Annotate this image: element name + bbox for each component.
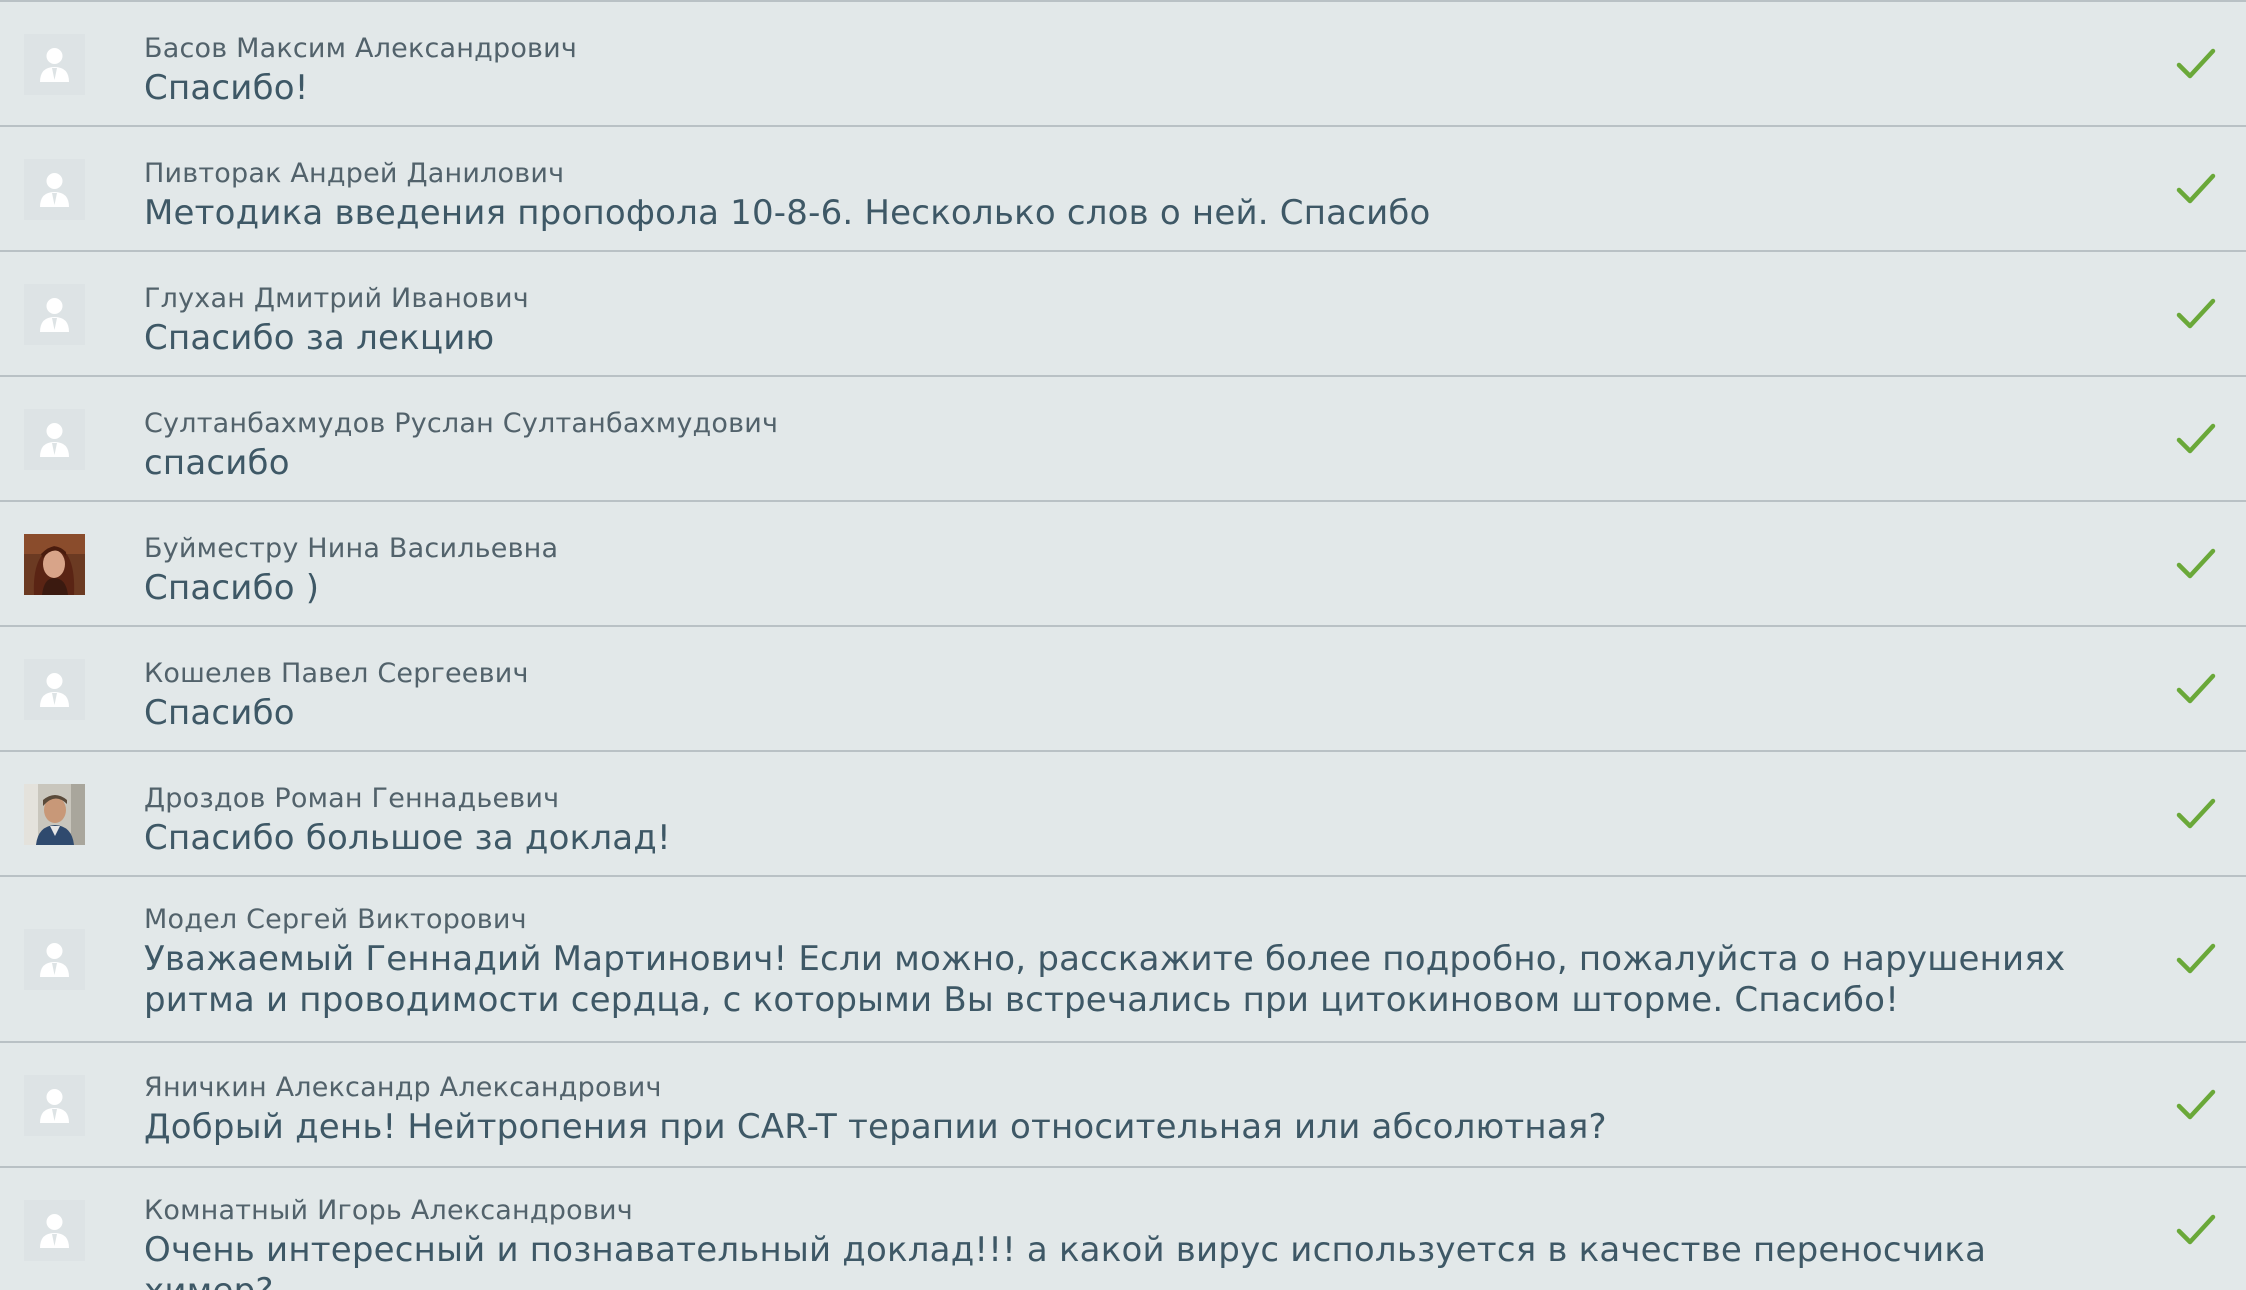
checkmark-icon[interactable] xyxy=(2176,547,2216,581)
question-author: Буйместру Нина Васильевна xyxy=(144,533,559,564)
question-message: Спасибо xyxy=(144,693,295,733)
question-text: Яничкин Александр Александрович Добрый д… xyxy=(144,1071,2096,1148)
checkmark-icon[interactable] xyxy=(2176,1088,2216,1122)
question-author: Султанбахмудов Руслан Султанбахмудович xyxy=(144,408,779,439)
question-text: Буйместру Нина Васильевна Спасибо ) xyxy=(144,532,2096,609)
checkmark-icon[interactable] xyxy=(2176,422,2216,456)
question-text: Комнатный Игорь Александрович Очень инте… xyxy=(144,1194,2096,1290)
question-message: Добрый день! Нейтропения при CAR-T терап… xyxy=(144,1107,1607,1147)
default-user-icon xyxy=(24,1200,85,1261)
question-author: Кошелев Павел Сергеевич xyxy=(144,658,529,689)
checkmark-icon[interactable] xyxy=(2176,47,2216,81)
question-row[interactable]: Султанбахмудов Руслан Султанбахмудович с… xyxy=(0,377,2246,502)
question-row[interactable]: Дроздов Роман Геннадьевич Спасибо большо… xyxy=(0,752,2246,877)
question-message: Очень интересный и познавательный доклад… xyxy=(144,1230,1987,1290)
default-user-icon xyxy=(24,929,85,990)
question-text: Пивторак Андрей Данилович Методика введе… xyxy=(144,157,2096,234)
question-row[interactable]: Комнатный Игорь Александрович Очень инте… xyxy=(0,1168,2246,1290)
user-photo xyxy=(24,784,85,845)
question-message: Спасибо за лекцию xyxy=(144,318,495,358)
default-user-icon xyxy=(24,1075,85,1136)
question-message: Методика введения пропофола 10-8-6. Неск… xyxy=(144,193,1431,233)
question-text: Султанбахмудов Руслан Султанбахмудович с… xyxy=(144,407,2096,484)
question-text: Басов Максим Александрович Спасибо! xyxy=(144,32,2096,109)
question-author: Модел Сергей Викторович xyxy=(144,904,527,935)
question-author: Пивторак Андрей Данилович xyxy=(144,158,565,189)
question-message: спасибо xyxy=(144,443,290,483)
user-photo xyxy=(24,534,85,595)
default-user-icon xyxy=(24,34,85,95)
checkmark-icon[interactable] xyxy=(2176,172,2216,206)
default-user-icon xyxy=(24,409,85,470)
question-row[interactable]: Басов Максим Александрович Спасибо! xyxy=(0,2,2246,127)
question-text: Модел Сергей Викторович Уважаемый Геннад… xyxy=(144,903,2096,1021)
default-user-icon xyxy=(24,159,85,220)
questions-list: Басов Максим Александрович Спасибо! Пивт… xyxy=(0,0,2246,1290)
question-row[interactable]: Модел Сергей Викторович Уважаемый Геннад… xyxy=(0,877,2246,1043)
question-message: Уважаемый Геннадий Мартинович! Если можн… xyxy=(144,939,2066,1020)
checkmark-icon[interactable] xyxy=(2176,942,2216,976)
default-user-icon xyxy=(24,284,85,345)
question-message: Спасибо большое за доклад! xyxy=(144,818,671,858)
question-author: Комнатный Игорь Александрович xyxy=(144,1195,633,1226)
checkmark-icon[interactable] xyxy=(2176,1213,2216,1247)
question-text: Дроздов Роман Геннадьевич Спасибо большо… xyxy=(144,782,2096,859)
question-text: Глухан Дмитрий Иванович Спасибо за лекци… xyxy=(144,282,2096,359)
checkmark-icon[interactable] xyxy=(2176,672,2216,706)
question-row[interactable]: Буйместру Нина Васильевна Спасибо ) xyxy=(0,502,2246,627)
question-row[interactable]: Пивторак Андрей Данилович Методика введе… xyxy=(0,127,2246,252)
question-author: Дроздов Роман Геннадьевич xyxy=(144,783,560,814)
question-message: Спасибо! xyxy=(144,68,309,108)
checkmark-icon[interactable] xyxy=(2176,797,2216,831)
checkmark-icon[interactable] xyxy=(2176,297,2216,331)
question-row[interactable]: Яничкин Александр Александрович Добрый д… xyxy=(0,1043,2246,1168)
question-author: Яничкин Александр Александрович xyxy=(144,1072,662,1103)
question-message: Спасибо ) xyxy=(144,568,320,608)
question-row[interactable]: Кошелев Павел Сергеевич Спасибо xyxy=(0,627,2246,752)
default-user-icon xyxy=(24,659,85,720)
question-author: Глухан Дмитрий Иванович xyxy=(144,283,529,314)
question-text: Кошелев Павел Сергеевич Спасибо xyxy=(144,657,2096,734)
question-row[interactable]: Глухан Дмитрий Иванович Спасибо за лекци… xyxy=(0,252,2246,377)
question-author: Басов Максим Александрович xyxy=(144,33,578,64)
